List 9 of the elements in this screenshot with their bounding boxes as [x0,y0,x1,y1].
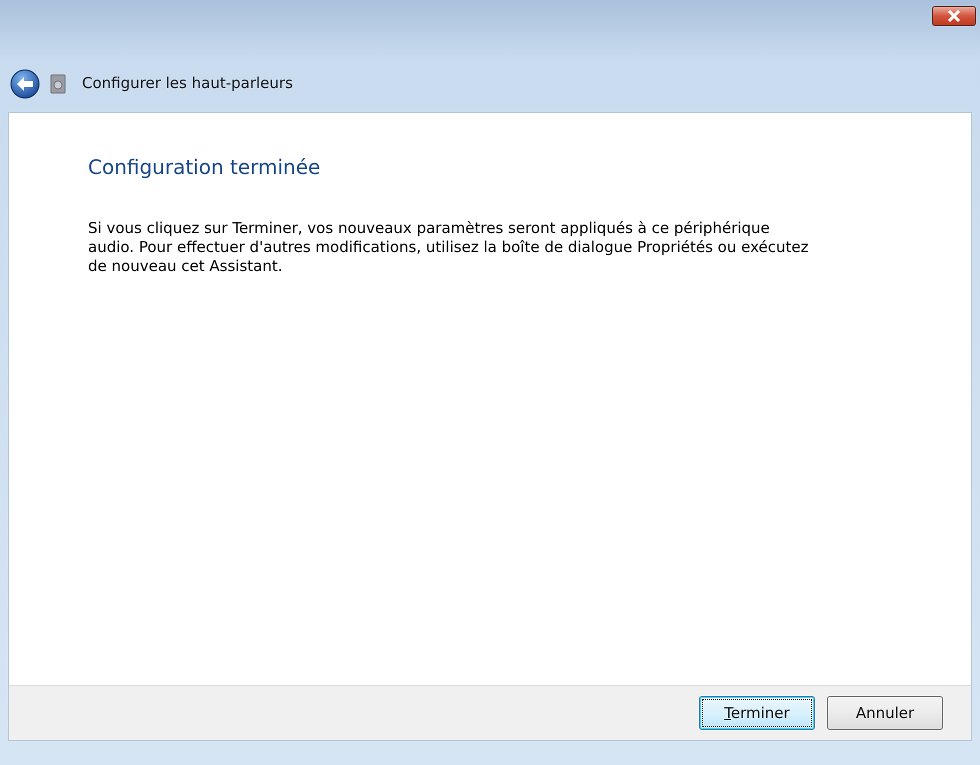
window-title: Configurer les haut-parleurs [82,73,293,94]
close-button[interactable] [932,6,976,26]
cancel-button[interactable]: Annuler [827,696,943,730]
finish-button[interactable]: Terminer [699,696,815,730]
speaker-icon [50,74,66,94]
back-button[interactable] [10,68,40,98]
page-heading: Configuration terminée [88,155,322,179]
description-text: Si vous cliquez sur Terminer, vos nouveaux paramètres seront appliqués à ce périphérique audio. Pour effectuer d'autres modifications, utilisez la boîte de dialogue Propriétés ou exécutez de nouveau cet Assistant. [88,219,810,276]
close-icon [946,10,962,22]
